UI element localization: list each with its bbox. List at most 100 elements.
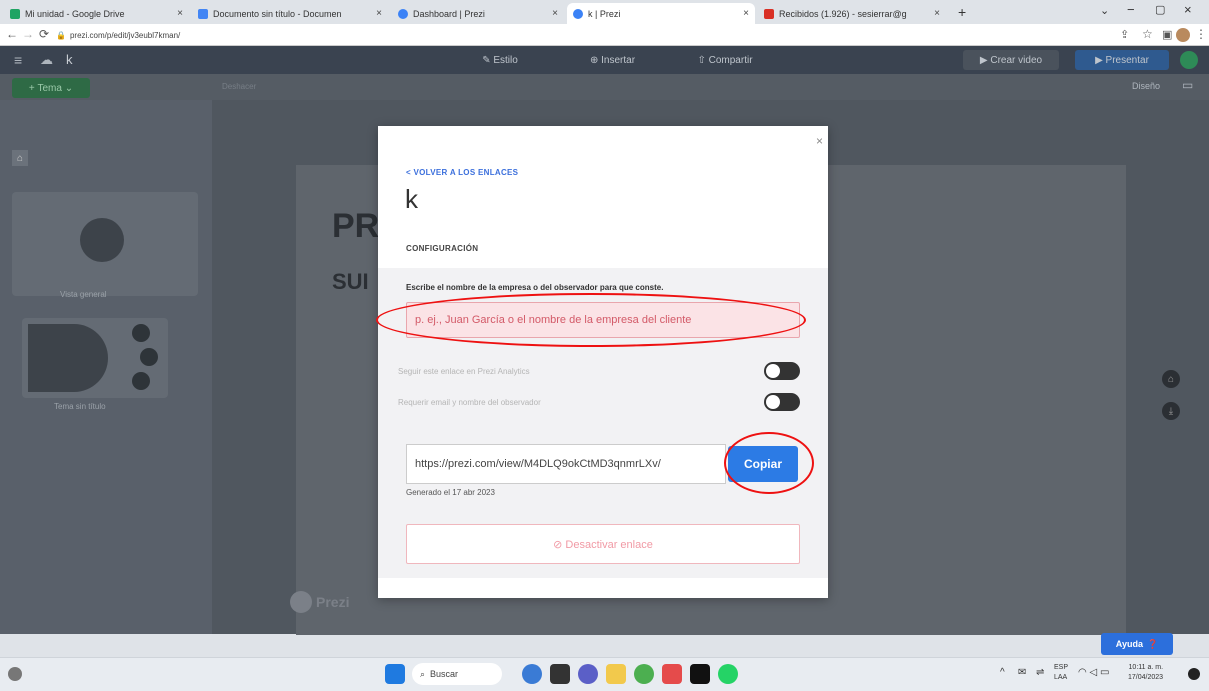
search-label: Buscar bbox=[430, 669, 459, 679]
insert-button[interactable]: ⊕ Insertar bbox=[570, 50, 655, 70]
browser-tab[interactable]: Mi unidad - Google Drive × bbox=[4, 3, 189, 24]
chrome-icon[interactable] bbox=[634, 664, 654, 684]
sidepanel-icon[interactable]: ▣ bbox=[1162, 28, 1172, 41]
lock-icon: 🔒 bbox=[56, 30, 66, 40]
more-icon[interactable]: ⋮ bbox=[1195, 27, 1207, 41]
tab-label: Recibidos (1.926) - sesierrar@g bbox=[779, 8, 907, 19]
forward-icon[interactable]: → bbox=[22, 27, 34, 41]
notification-icon[interactable] bbox=[1188, 668, 1200, 680]
lang-text-2: LAA bbox=[1054, 674, 1068, 681]
subtopic-dot bbox=[132, 372, 150, 390]
tab-label: k | Prezi bbox=[588, 8, 621, 19]
browser-tab[interactable]: Recibidos (1.926) - sesierrar@g × bbox=[758, 3, 946, 24]
windows-start-icon[interactable] bbox=[385, 664, 405, 684]
help-button[interactable]: Ayuda ❓ bbox=[1101, 633, 1173, 655]
clock[interactable]: 10:11 a. m. 17/04/2023 bbox=[1128, 663, 1163, 683]
generated-date: Generado el 17 abr 2023 bbox=[406, 488, 495, 497]
create-video-button[interactable]: ▶ Crear video bbox=[963, 50, 1059, 70]
brave-icon[interactable] bbox=[662, 664, 682, 684]
comment-icon[interactable]: ▭ bbox=[1182, 78, 1193, 92]
overview-label: Vista general bbox=[60, 290, 107, 299]
netflix-icon[interactable] bbox=[690, 664, 710, 684]
subtopic-dot bbox=[140, 348, 158, 366]
viewer-instruction: Escribe el nombre de la empresa o del ob… bbox=[406, 283, 664, 292]
share-label: Compartir bbox=[708, 54, 753, 66]
user-avatar[interactable] bbox=[1180, 51, 1198, 69]
tray-chevron-icon[interactable]: ^ bbox=[1000, 667, 1005, 678]
close-dialog-button[interactable]: × bbox=[816, 134, 823, 148]
bookmark-star-icon[interactable]: ☆ bbox=[1142, 27, 1153, 41]
menu-icon[interactable]: ≡ bbox=[14, 52, 22, 68]
topic-thumbnail[interactable] bbox=[22, 318, 168, 398]
browser-tab[interactable]: Documento sin título - Documen × bbox=[192, 3, 388, 24]
deactivate-link-button[interactable]: ⊘ Desactivar enlace bbox=[406, 524, 800, 564]
tab-list-icon[interactable]: ⌄ bbox=[1100, 4, 1109, 17]
taskbar-search[interactable]: ⌕ Buscar bbox=[412, 663, 502, 685]
browser-tab[interactable]: Dashboard | Prezi × bbox=[392, 3, 564, 24]
wifi-icon[interactable]: ◠ ◁ ▭ bbox=[1078, 667, 1109, 678]
prezi-icon bbox=[573, 8, 583, 19]
canvas-subtitle: SUI bbox=[332, 269, 369, 294]
mail-tray-icon[interactable]: ✉ bbox=[1018, 667, 1026, 678]
tab-label: Documento sin título - Documen bbox=[213, 8, 342, 19]
style-label: Estilo bbox=[493, 54, 518, 66]
present-button[interactable]: ▶ Presentar bbox=[1075, 50, 1169, 70]
help-label: Ayuda bbox=[1115, 639, 1143, 649]
share-link-dialog: × < VOLVER A LOS ENLACES k CONFIGURACIÓN… bbox=[376, 126, 828, 598]
theme-button[interactable]: + Tema ⌄ bbox=[12, 78, 90, 98]
minimize-icon[interactable]: − bbox=[1127, 2, 1135, 17]
presentation-title[interactable]: k bbox=[66, 52, 73, 67]
require-email-toggle[interactable] bbox=[764, 393, 800, 411]
explorer-icon[interactable] bbox=[606, 664, 626, 684]
style-button[interactable]: ✎ Estilo bbox=[460, 50, 540, 70]
create-video-label: Crear video bbox=[990, 54, 1043, 66]
new-tab-button[interactable]: + bbox=[958, 4, 966, 20]
address-bar: ← → ⟳ 🔒 prezi.com/p/edit/jv3eubl7kman/ ⇪… bbox=[0, 24, 1209, 46]
close-icon[interactable]: × bbox=[552, 8, 558, 19]
design-label[interactable]: Diseño bbox=[1132, 81, 1160, 91]
maximize-icon[interactable]: ▢ bbox=[1155, 3, 1165, 16]
home-nav-icon[interactable]: ⌂ bbox=[1162, 370, 1180, 388]
deactivate-label: ⊘ Desactivar enlace bbox=[553, 538, 653, 551]
share-button[interactable]: ⇧ Compartir bbox=[675, 50, 775, 70]
circle-shape bbox=[80, 218, 124, 262]
subtopic-dot bbox=[132, 324, 150, 342]
close-icon[interactable]: × bbox=[177, 8, 183, 19]
close-icon[interactable]: × bbox=[376, 8, 382, 19]
prezi-logo-icon bbox=[290, 591, 312, 613]
zoom-icon[interactable]: ⤓ bbox=[1162, 402, 1180, 420]
close-icon[interactable]: × bbox=[743, 8, 749, 19]
prezi-toolbar: ≡ ☁ k ✎ Estilo ⊕ Insertar ⇧ Compartir ▶ … bbox=[0, 46, 1209, 74]
prezi-icon bbox=[398, 8, 408, 19]
language-indicator[interactable]: ESP LAA bbox=[1054, 663, 1068, 683]
analytics-toggle[interactable] bbox=[764, 362, 800, 380]
windows-taskbar: ⌕ Buscar ^ ✉ ⇌ ESP LAA ◠ ◁ ▭ 10:11 a. m. 1… bbox=[0, 657, 1209, 691]
back-icon[interactable]: ← bbox=[6, 27, 18, 41]
home-icon[interactable]: ⌂ bbox=[12, 150, 28, 166]
widgets-icon[interactable] bbox=[522, 664, 542, 684]
weather-icon[interactable] bbox=[8, 667, 22, 681]
url-field[interactable]: 🔒 prezi.com/p/edit/jv3eubl7kman/ bbox=[56, 27, 1056, 43]
question-icon: ❓ bbox=[1146, 638, 1159, 649]
share-url-text: https://prezi.com/view/M4DLQ9okCtMD3qnmr… bbox=[415, 458, 661, 470]
browser-tab-bar: Mi unidad - Google Drive × Documento sin… bbox=[0, 0, 1209, 24]
back-to-links-link[interactable]: < VOLVER A LOS ENLACES bbox=[406, 168, 518, 177]
overview-thumbnail[interactable] bbox=[12, 192, 198, 296]
share-url-field[interactable]: https://prezi.com/view/M4DLQ9okCtMD3qnmr… bbox=[406, 444, 726, 484]
network-tray-icon[interactable]: ⇌ bbox=[1036, 667, 1044, 678]
docs-icon bbox=[198, 8, 208, 19]
close-icon[interactable]: × bbox=[934, 8, 940, 19]
taskview-icon[interactable] bbox=[550, 664, 570, 684]
share-icon[interactable]: ⇪ bbox=[1120, 28, 1129, 41]
reload-icon[interactable]: ⟳ bbox=[39, 27, 49, 41]
undo-label[interactable]: Deshacer bbox=[222, 82, 256, 91]
window-close-icon[interactable]: × bbox=[1184, 2, 1192, 17]
teams-icon[interactable] bbox=[578, 664, 598, 684]
prezi-logo-text: Prezi bbox=[316, 594, 350, 610]
profile-avatar[interactable] bbox=[1176, 28, 1190, 42]
analytics-toggle-label: Seguir este enlace en Prezi Analytics bbox=[398, 367, 530, 376]
sidebar: ⌂ Vista general Tema sin título bbox=[0, 100, 212, 634]
whatsapp-icon[interactable] bbox=[718, 664, 738, 684]
tab-label: Dashboard | Prezi bbox=[413, 8, 485, 19]
browser-tab-active[interactable]: k | Prezi × bbox=[567, 3, 755, 24]
